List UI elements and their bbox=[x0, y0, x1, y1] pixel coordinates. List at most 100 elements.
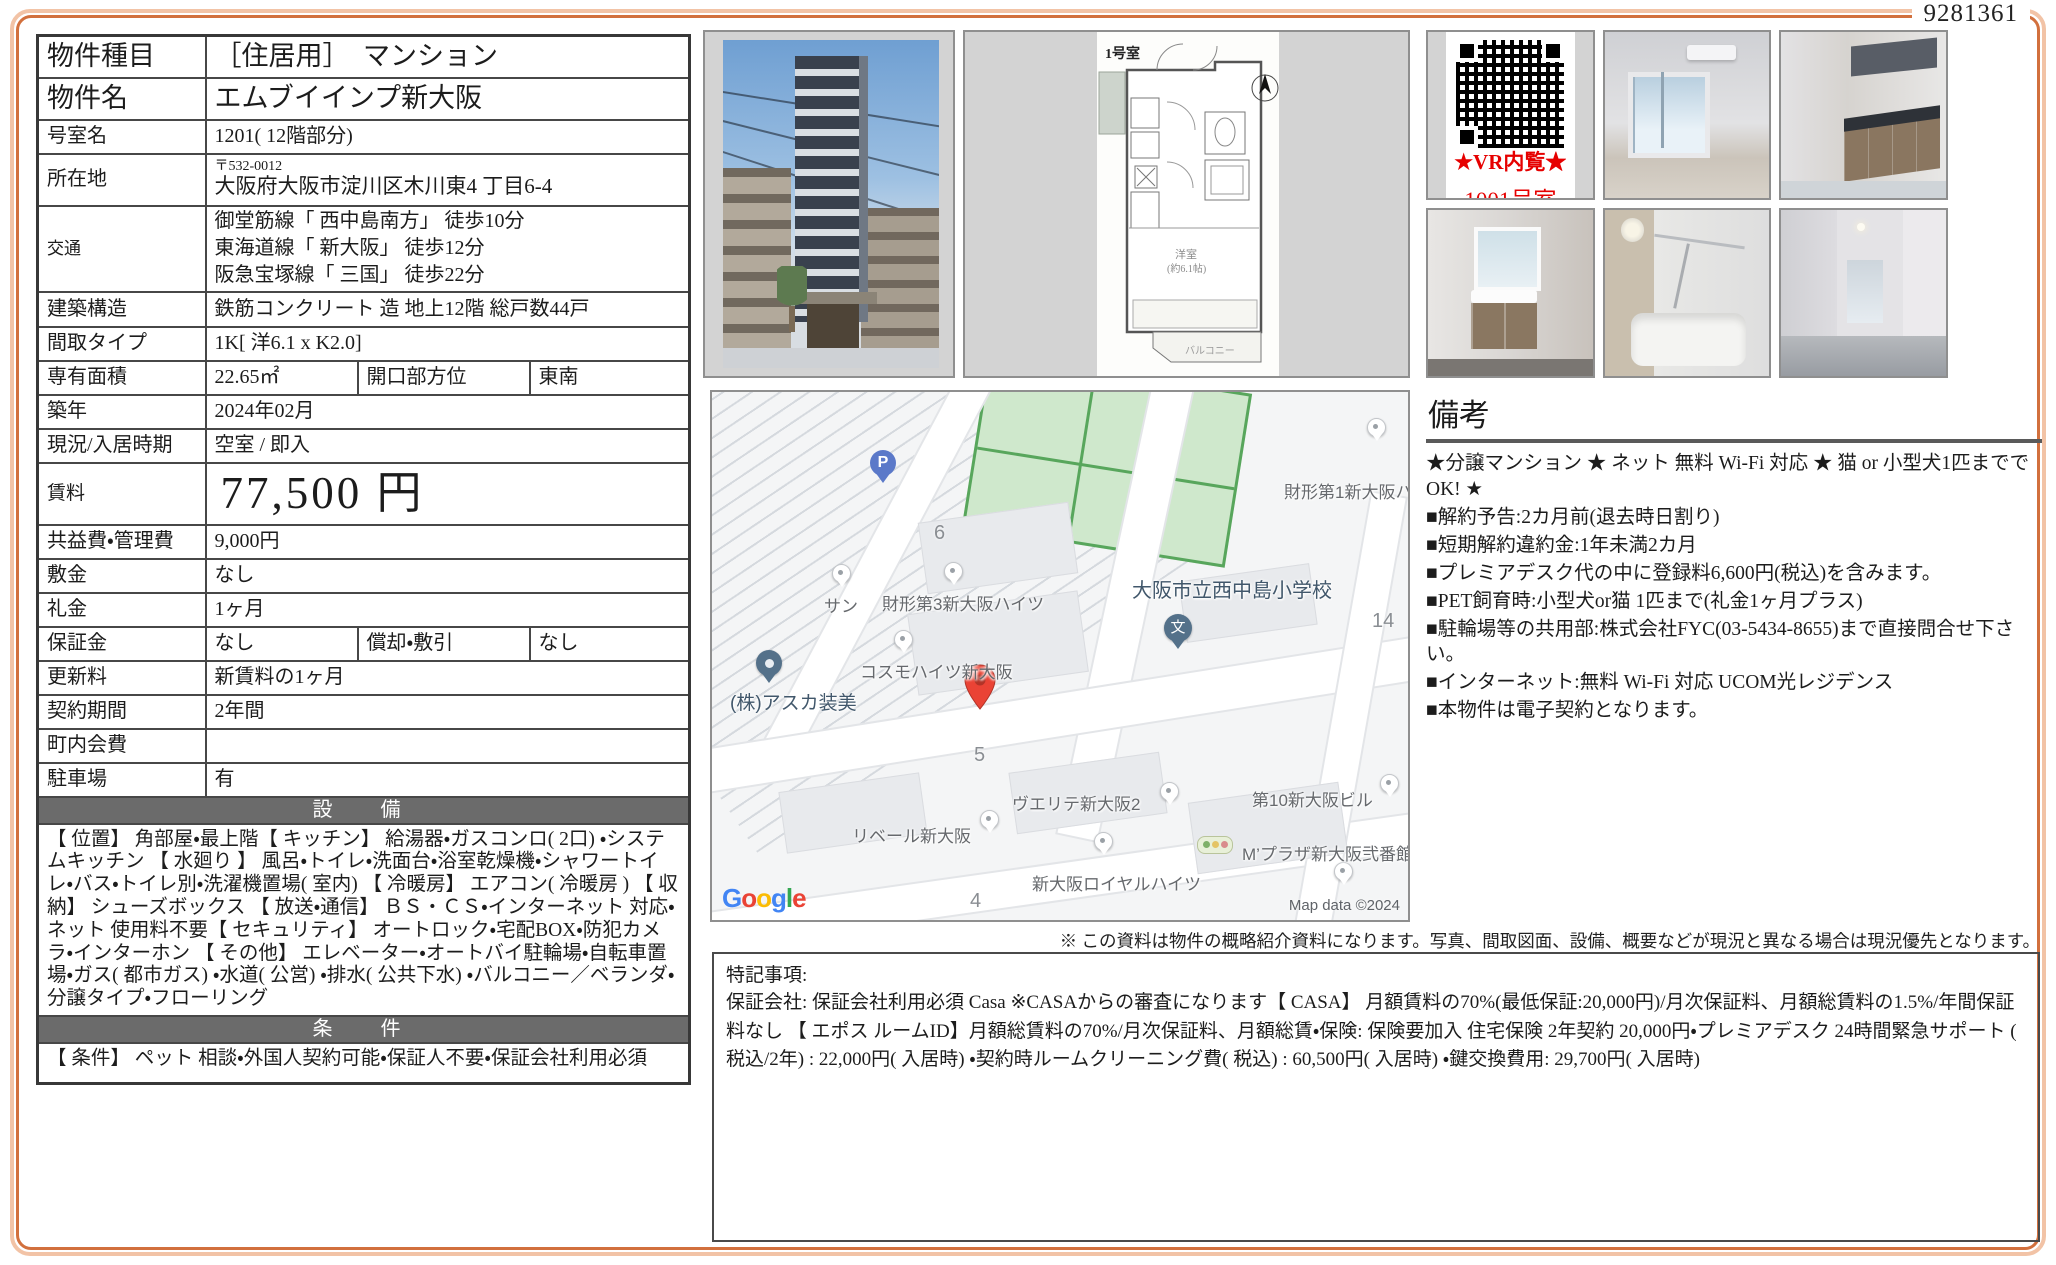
shower-hose bbox=[1674, 244, 1691, 310]
remark-line: ★分譲マンション ★ ネット 無料 Wi-Fi 対応 ★ 猫 or 小型犬1匹ま… bbox=[1426, 451, 2042, 503]
poi-pin bbox=[832, 564, 851, 583]
row-label: 契約期間 bbox=[38, 695, 206, 729]
row-label: 礼金 bbox=[38, 593, 206, 627]
table-row: 号室名 1201( 12階部分) bbox=[38, 120, 690, 154]
row-value: 空室 / 即入 bbox=[206, 429, 690, 463]
row-label: 築年 bbox=[38, 395, 206, 429]
conditions-text: 【 条件】 ペット 相談・外国人契約可能・保証人不要・保証会社利用必須 bbox=[38, 1043, 690, 1084]
table-row: 築年 2024年02月 bbox=[38, 395, 690, 429]
disclaimer-note: ※ この資料は物件の概略紹介資料になります。写真、間取図面、設備、概要などが現況… bbox=[1060, 928, 2040, 953]
address: 大阪府大阪市淀川区木川東4 丁目6-4 bbox=[215, 174, 681, 198]
vanity-mirror bbox=[1474, 227, 1541, 291]
kitchen-photo bbox=[1781, 32, 1946, 198]
poi-pin bbox=[1160, 782, 1179, 801]
poi-pin bbox=[1094, 832, 1113, 851]
building-photo-panel bbox=[703, 30, 955, 378]
row-label: 現況/入居時期 bbox=[38, 429, 206, 463]
row-sub-value: なし bbox=[530, 627, 690, 661]
table-row: 交通 御堂筋線「 西中島南方」 徒歩10分 東海道線「 新大阪」 徒歩12分 阪… bbox=[38, 206, 690, 292]
floor-plan-room-label: 洋室 bbox=[1175, 247, 1197, 261]
row-label: 町内会費 bbox=[38, 729, 206, 763]
floor-plan-paper: 1号室 MB bbox=[1097, 32, 1279, 376]
table-row: 礼金 1ヶ月 bbox=[38, 593, 690, 627]
bathroom-photo-panel bbox=[1603, 208, 1772, 378]
row-value: 御堂筋線「 西中島南方」 徒歩10分 東海道線「 新大阪」 徒歩12分 阪急宝塚… bbox=[206, 206, 690, 292]
vr-room-caption: 1001号室 bbox=[1464, 181, 1556, 200]
map-label: (株)アスカ装美 bbox=[730, 688, 857, 715]
remarks-title: 備考 bbox=[1426, 390, 2042, 443]
row-value: 9,000円 bbox=[206, 525, 690, 559]
poi-pin bbox=[980, 810, 999, 829]
kitchen-floor bbox=[1781, 181, 1946, 198]
remark-line: ■短期解約違約金:1年未満2カ月 bbox=[1426, 533, 2042, 559]
map-label: 大阪市立西中島小学校 bbox=[1132, 574, 1332, 603]
table-row: 専有面積 22.65㎡ 開口部方位 東南 bbox=[38, 361, 690, 395]
map-label: コスモハイツ新大阪 bbox=[860, 658, 1013, 683]
building-exterior-photo bbox=[723, 40, 939, 368]
row-value: 2024年02月 bbox=[206, 395, 690, 429]
business-pin bbox=[756, 650, 782, 676]
table-row: 敷金 なし bbox=[38, 559, 690, 593]
floor-plan-panel: 1号室 MB bbox=[963, 30, 1410, 378]
access-line: 阪急宝塚線「 三国」 徒歩22分 bbox=[215, 262, 681, 289]
bathtub bbox=[1631, 313, 1746, 366]
bathroom-photo bbox=[1605, 210, 1770, 376]
remark-line: ■解約予告:2カ月前(退去時日割り) bbox=[1426, 505, 2042, 531]
row-label: 所在地 bbox=[38, 154, 206, 206]
row-sub-label: 開口部方位 bbox=[358, 361, 530, 395]
poi-pin bbox=[894, 630, 913, 649]
poi-pin bbox=[1367, 418, 1386, 437]
map-label: 新大阪ロイヤルハイツ bbox=[1032, 870, 1201, 895]
hallway-floor bbox=[1781, 336, 1946, 376]
map-label: ヴエリテ新大阪2 bbox=[1012, 790, 1140, 815]
property-table: 物件種目 ［住居用］ マンション 物件名 エムブイインプ新大阪 号室名 1201… bbox=[36, 34, 691, 1085]
special-notes-box: 特記事項: 保証会社: 保証会社利用必須 Casa ※CASAからの審査になりま… bbox=[712, 952, 2040, 1242]
row-label: 共益費・管理費 bbox=[38, 525, 206, 559]
map-label: 財形第3新大阪ハイツ bbox=[882, 590, 1044, 615]
room-photo-panel bbox=[1603, 30, 1772, 200]
postal-code: 〒532-0012 bbox=[215, 160, 681, 174]
table-row: 物件名 エムブイインプ新大阪 bbox=[38, 78, 690, 120]
row-label: 物件種目 bbox=[38, 36, 206, 78]
hallway-photo-panel bbox=[1779, 208, 1948, 378]
hallway-photo bbox=[1781, 210, 1946, 376]
street-ground bbox=[723, 348, 939, 368]
table-row: 契約期間 2年間 bbox=[38, 695, 690, 729]
vanity-cabinet bbox=[1471, 303, 1537, 349]
qr-finder bbox=[1456, 126, 1478, 148]
row-value: 〒532-0012 大阪府大阪市淀川区木川東4 丁目6-4 bbox=[206, 154, 690, 206]
row-value: 1K[ 洋6.1 x K2.0] bbox=[206, 327, 690, 361]
row-value: 新賃料の1ヶ月 bbox=[206, 661, 690, 695]
row-value: エムブイインプ新大阪 bbox=[206, 78, 690, 120]
table-row: 共益費・管理費 9,000円 bbox=[38, 525, 690, 559]
row-label: 号室名 bbox=[38, 120, 206, 154]
vanity-photo-panel bbox=[1426, 208, 1595, 378]
row-value: 1201( 12階部分) bbox=[206, 120, 690, 154]
window-sash bbox=[1661, 72, 1664, 148]
row-value: 1ヶ月 bbox=[206, 593, 690, 627]
google-logo: Google bbox=[722, 883, 806, 914]
tree bbox=[777, 266, 807, 332]
map-label: 5 bbox=[974, 744, 985, 767]
floor-plan-unit-label: 1号室 bbox=[1105, 45, 1140, 62]
map-label: 6 bbox=[934, 522, 945, 545]
row-value: なし bbox=[206, 627, 358, 661]
map-attribution: Map data ©2024 bbox=[1289, 897, 1400, 914]
rent-value: 77,500 円 bbox=[206, 463, 690, 525]
entrance bbox=[807, 304, 859, 350]
row-label: 駐車場 bbox=[38, 763, 206, 797]
equipment-header-row: 設 備 bbox=[38, 797, 690, 824]
poi-pin bbox=[1380, 774, 1399, 793]
qr-finder bbox=[1456, 40, 1478, 62]
table-row: 駐車場 有 bbox=[38, 763, 690, 797]
table-row: 保証金 なし 償却・敷引 なし bbox=[38, 627, 690, 661]
conditions-section-header: 条 件 bbox=[38, 1016, 690, 1043]
sheet-number: 9281361 bbox=[1912, 0, 2031, 28]
shower-bar bbox=[1654, 234, 1744, 250]
equipment-section-header: 設 備 bbox=[38, 797, 690, 824]
conditions-header-row: 条 件 bbox=[38, 1016, 690, 1043]
table-row: 建築構造 鉄筋コンクリート 造 地上12階 総戸数44戸 bbox=[38, 292, 690, 327]
row-label: 専有面積 bbox=[38, 361, 206, 395]
table-row: 賃料 77,500 円 bbox=[38, 463, 690, 525]
row-value: なし bbox=[206, 559, 690, 593]
